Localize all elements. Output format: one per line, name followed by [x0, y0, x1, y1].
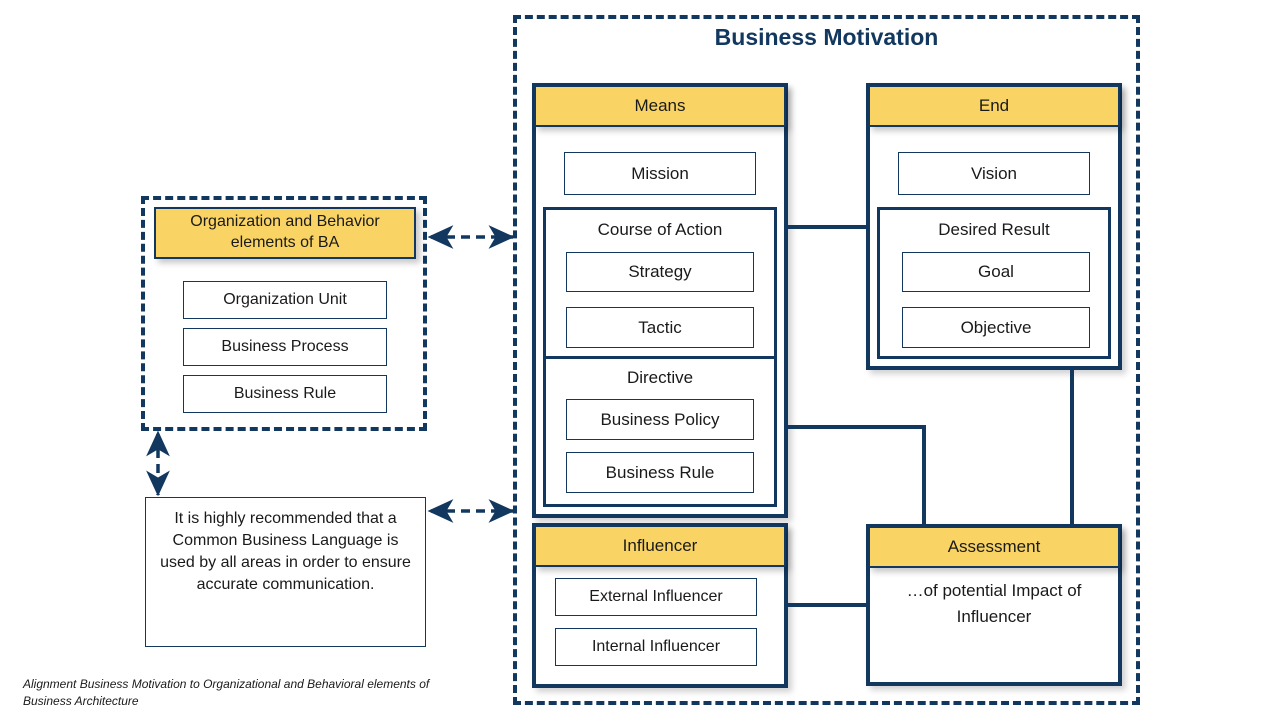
page-title: Business Motivation — [714, 24, 939, 50]
internal-influencer-box: Internal Influencer — [555, 628, 757, 666]
organization-unit-box: Organization Unit — [183, 281, 387, 319]
end-header: End — [868, 85, 1120, 127]
business-policy-box: Business Policy — [566, 399, 754, 440]
assessment-body-text: …of potential Impact of Influencer — [906, 581, 1082, 626]
mission-box: Mission — [564, 152, 756, 195]
org-behavior-header: Organization and Behavior elements of BA — [154, 207, 416, 259]
connector-influencer-to-assessment — [788, 603, 868, 607]
means-header: Means — [534, 85, 786, 127]
strategy-box: Strategy — [566, 252, 754, 292]
figure-caption: Alignment Business Motivation to Organiz… — [23, 677, 430, 709]
connector-end-to-assessment — [1070, 368, 1074, 526]
business-process-box: Business Process — [183, 328, 387, 366]
business-rule-box-left: Business Rule — [183, 375, 387, 413]
assessment-header: Assessment — [868, 526, 1120, 568]
course-of-action-label: Course of Action — [597, 220, 723, 239]
influencer-header: Influencer — [534, 525, 786, 567]
connector-directive-vertical — [922, 425, 926, 526]
vision-box: Vision — [898, 152, 1090, 195]
tactic-box: Tactic — [566, 307, 754, 348]
directive-label: Directive — [626, 368, 694, 387]
connector-course-to-desired-result — [788, 225, 868, 229]
external-influencer-box: External Influencer — [555, 578, 757, 616]
objective-box: Objective — [902, 307, 1090, 348]
common-language-note: It is highly recommended that a Common B… — [145, 497, 426, 647]
business-rule-box-means: Business Rule — [566, 452, 754, 493]
diagram-canvas: Business Motivation Means Mission Course… — [0, 0, 1280, 720]
connector-directive-horizontal — [788, 425, 926, 429]
goal-box: Goal — [902, 252, 1090, 292]
desired-result-label: Desired Result — [938, 220, 1050, 239]
